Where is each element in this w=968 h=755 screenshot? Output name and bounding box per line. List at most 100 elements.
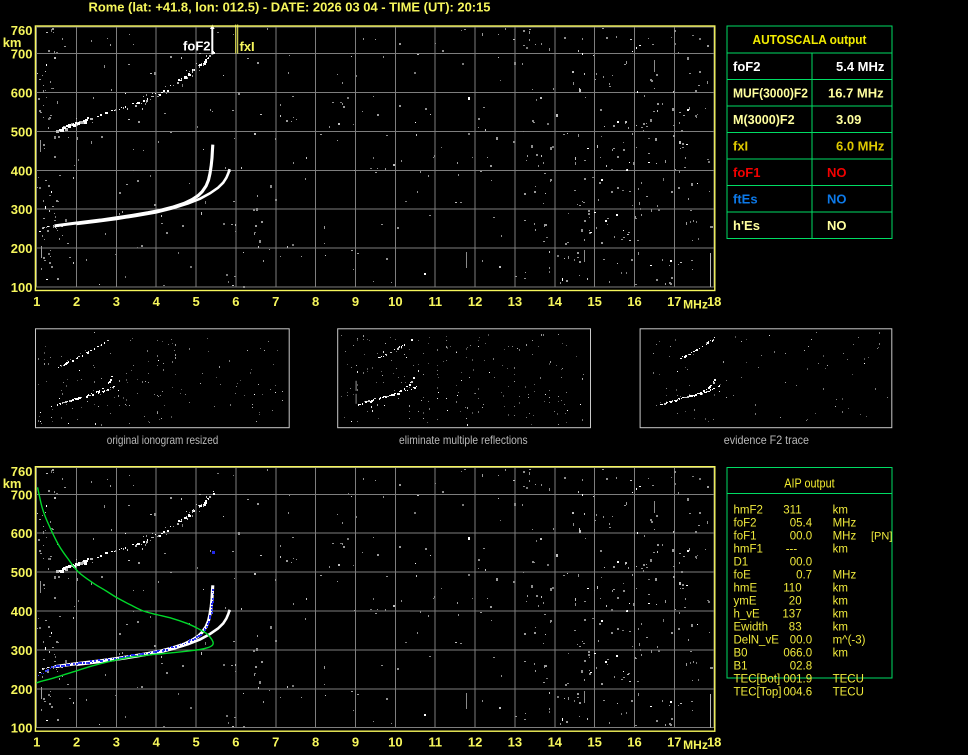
svg-text:6: 6 xyxy=(232,294,239,309)
svg-text:6.0 MHz: 6.0 MHz xyxy=(836,138,885,153)
svg-text:11: 11 xyxy=(428,294,442,309)
svg-text:foF2: foF2 xyxy=(183,39,210,54)
svg-text:13: 13 xyxy=(508,735,522,750)
svg-text:original ionogram resized: original ionogram resized xyxy=(107,433,219,447)
svg-text:foF2: foF2 xyxy=(734,518,757,530)
svg-text:Rome (lat: +41.8, lon: 012.5): Rome (lat: +41.8, lon: 012.5) - DATE: 20… xyxy=(89,0,491,15)
svg-text:MUF(3000)F2: MUF(3000)F2 xyxy=(733,85,808,100)
svg-text:83: 83 xyxy=(789,622,802,634)
svg-text:km: km xyxy=(833,609,848,621)
svg-text:NO: NO xyxy=(827,191,847,206)
svg-text:16: 16 xyxy=(627,735,641,750)
svg-text:2: 2 xyxy=(73,294,80,309)
svg-text:14: 14 xyxy=(548,735,563,750)
svg-text:17: 17 xyxy=(667,294,681,309)
svg-text:foE: foE xyxy=(734,570,752,582)
svg-text:ymE: ymE xyxy=(734,596,757,608)
svg-text:18: 18 xyxy=(707,294,721,309)
svg-text:400: 400 xyxy=(11,604,33,619)
svg-text:5.4 MHz: 5.4 MHz xyxy=(836,59,885,74)
svg-text:6: 6 xyxy=(232,735,239,750)
svg-text:600: 600 xyxy=(11,86,33,101)
svg-text:TEC[Top]: TEC[Top] xyxy=(734,687,782,699)
svg-text:16: 16 xyxy=(627,294,641,309)
svg-text:TECU: TECU xyxy=(833,674,864,686)
svg-text:400: 400 xyxy=(11,163,33,178)
svg-text:00.0: 00.0 xyxy=(790,557,812,569)
svg-text:7: 7 xyxy=(272,735,279,750)
svg-text:---: --- xyxy=(786,544,798,556)
svg-text:10: 10 xyxy=(388,735,402,750)
svg-text:9: 9 xyxy=(352,735,359,750)
svg-text:500: 500 xyxy=(11,124,33,139)
svg-text:15: 15 xyxy=(587,294,601,309)
svg-text:300: 300 xyxy=(11,643,33,658)
svg-text:hmE: hmE xyxy=(734,583,758,595)
svg-text:311: 311 xyxy=(783,505,801,517)
svg-text:[PN]: [PN] xyxy=(871,531,892,543)
svg-text:D1: D1 xyxy=(734,557,749,569)
svg-text:DelN_vE: DelN_vE xyxy=(734,635,780,647)
svg-text:066.0: 066.0 xyxy=(783,648,812,660)
svg-text:1: 1 xyxy=(33,735,40,750)
svg-text:12: 12 xyxy=(468,735,482,750)
svg-text:200: 200 xyxy=(11,682,33,697)
svg-text:3: 3 xyxy=(113,735,120,750)
svg-text:8: 8 xyxy=(312,735,319,750)
svg-text:500: 500 xyxy=(11,565,33,580)
svg-text:TEC[Bot]: TEC[Bot] xyxy=(734,674,781,686)
svg-text:4: 4 xyxy=(153,294,161,309)
svg-text:2: 2 xyxy=(73,735,80,750)
svg-text:12: 12 xyxy=(468,294,482,309)
svg-text:10: 10 xyxy=(388,294,402,309)
svg-text:5: 5 xyxy=(192,735,199,750)
svg-text:3.09: 3.09 xyxy=(836,112,861,127)
svg-text:001.9: 001.9 xyxy=(783,674,812,686)
svg-text:hmF2: hmF2 xyxy=(734,505,763,517)
svg-text:17: 17 xyxy=(667,735,681,750)
svg-text:foF1: foF1 xyxy=(734,531,757,543)
svg-text:Ewidth: Ewidth xyxy=(734,622,769,634)
svg-text:MHz: MHz xyxy=(833,518,857,530)
svg-text:AIP output: AIP output xyxy=(784,477,835,491)
svg-text:0.7: 0.7 xyxy=(796,570,812,582)
svg-text:km: km xyxy=(833,505,848,517)
svg-text:5: 5 xyxy=(192,294,199,309)
svg-text:fxI: fxI xyxy=(240,39,255,54)
svg-text:100: 100 xyxy=(11,280,33,295)
svg-text:NO: NO xyxy=(827,165,847,180)
svg-text:110: 110 xyxy=(783,583,801,595)
svg-text:02.8: 02.8 xyxy=(790,661,812,673)
svg-text:4: 4 xyxy=(153,735,161,750)
svg-text:MHz: MHz xyxy=(833,531,857,543)
svg-text:eliminate multiple reflections: eliminate multiple reflections xyxy=(399,433,528,447)
svg-text:05.4: 05.4 xyxy=(790,518,813,530)
svg-text:13: 13 xyxy=(508,294,522,309)
svg-text:h_vE: h_vE xyxy=(734,609,761,621)
svg-text:300: 300 xyxy=(11,202,33,217)
svg-text:km: km xyxy=(833,648,848,660)
svg-text:AUTOSCALA output: AUTOSCALA output xyxy=(753,32,868,47)
svg-text:8: 8 xyxy=(312,294,319,309)
svg-text:9: 9 xyxy=(352,294,359,309)
svg-text:00.0: 00.0 xyxy=(790,531,812,543)
svg-text:1: 1 xyxy=(33,294,40,309)
svg-text:km: km xyxy=(833,596,848,608)
svg-text:700: 700 xyxy=(11,47,33,62)
svg-text:00.0: 00.0 xyxy=(790,635,812,647)
svg-text:foF1: foF1 xyxy=(733,165,760,180)
svg-text:MHz: MHz xyxy=(833,570,857,582)
svg-text:16.7 MHz: 16.7 MHz xyxy=(828,85,884,100)
svg-text:M(3000)F2: M(3000)F2 xyxy=(733,112,795,127)
svg-text:B0: B0 xyxy=(734,648,748,660)
svg-text:m^(-3): m^(-3) xyxy=(833,635,866,647)
svg-text:100: 100 xyxy=(11,721,33,736)
svg-text:evidence F2 trace: evidence F2 trace xyxy=(724,433,809,447)
svg-text:MHz: MHz xyxy=(683,298,708,312)
svg-text:NO: NO xyxy=(827,218,847,233)
svg-text:hmF1: hmF1 xyxy=(734,544,763,556)
svg-text:km: km xyxy=(833,622,848,634)
svg-text:11: 11 xyxy=(428,735,442,750)
svg-text:B1: B1 xyxy=(734,661,748,673)
svg-text:14: 14 xyxy=(548,294,563,309)
